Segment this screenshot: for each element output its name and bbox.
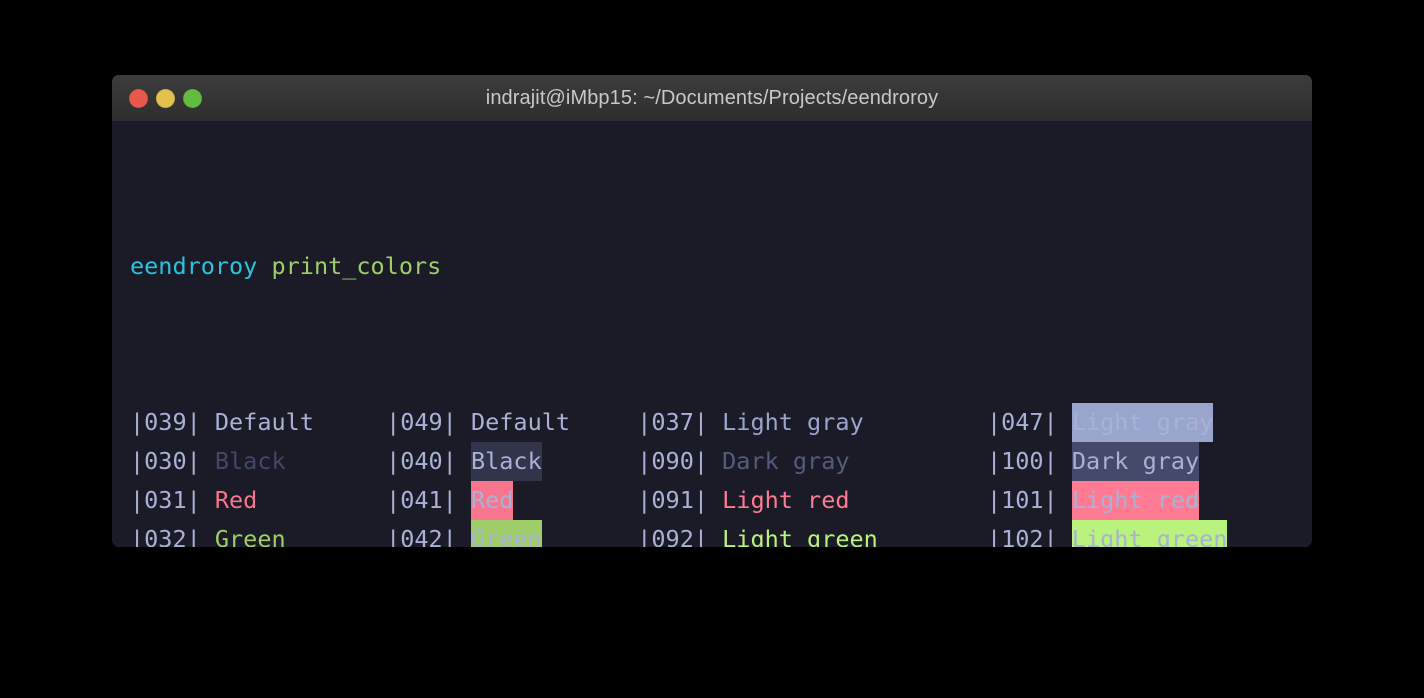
color-code: |037|	[637, 408, 723, 436]
color-cell: |102| Light green	[987, 520, 1312, 547]
color-swatch-label: Default	[214, 408, 314, 436]
color-code: |049|	[386, 408, 471, 436]
color-swatch-label: Red	[470, 481, 514, 520]
minimize-button[interactable]	[156, 88, 175, 108]
color-cell: |100| Dark gray	[987, 442, 1312, 481]
color-table-row: |039| Default |049| Default |037| Light gr…	[130, 403, 1312, 442]
color-code: |041|	[386, 486, 471, 514]
color-cell: |032| Green	[130, 520, 386, 547]
terminal-output[interactable]: eendroroy print_colors |039| Default |049…	[112, 122, 1312, 547]
color-code: |102|	[986, 525, 1072, 547]
color-cell: |039| Default	[130, 403, 386, 442]
color-swatch-label: Green	[470, 520, 542, 547]
color-swatch-label: Red	[214, 486, 258, 514]
color-swatch-label: Light red	[722, 486, 850, 514]
color-swatch-label: Black	[214, 447, 286, 475]
color-swatch-label: Light green	[722, 525, 878, 547]
color-code: |040|	[386, 447, 471, 475]
color-code: |101|	[986, 486, 1072, 514]
color-swatch-label: Light red	[1071, 481, 1200, 520]
color-cell: |047| Light gray	[987, 403, 1312, 442]
color-cell: |030| Black	[130, 442, 386, 481]
color-table-row: |031| Red |041| Red |091| Light red |101| L…	[130, 481, 1312, 520]
color-table-row: |030| Black |040| Black |090| Dark gray |10…	[130, 442, 1312, 481]
close-button[interactable]	[129, 88, 148, 108]
color-table: |039| Default |049| Default |037| Light gr…	[130, 403, 1312, 547]
window-title: indrajit@iMbp15: ~/Documents/Projects/ee…	[485, 86, 939, 109]
color-swatch-label: Light gray	[1071, 403, 1214, 442]
color-code: |031|	[130, 486, 215, 514]
color-cell: |040| Black	[386, 442, 637, 481]
color-cell: |092| Light green	[637, 520, 987, 547]
color-code: |090|	[637, 447, 723, 475]
color-table-row: |032| Green |042| Green |092| Light green |…	[130, 520, 1312, 547]
terminal-window[interactable]: indrajit@iMbp15: ~/Documents/Projects/ee…	[112, 75, 1312, 547]
color-code: |047|	[986, 408, 1072, 436]
color-code: |032|	[130, 525, 215, 547]
color-code: |030|	[130, 447, 215, 475]
color-cell: |090| Dark gray	[637, 442, 987, 481]
maximize-button[interactable]	[183, 88, 202, 108]
color-code: |091|	[637, 486, 723, 514]
command-line: eendroroy print_colors	[130, 247, 1312, 286]
color-code: |100|	[986, 447, 1072, 475]
color-swatch-label: Default	[470, 408, 571, 436]
color-swatch-label: Green	[214, 525, 286, 547]
color-cell: |091| Light red	[637, 481, 987, 520]
color-cell: |049| Default	[386, 403, 637, 442]
color-cell: |042| Green	[386, 520, 637, 547]
color-cell: |037| Light gray	[637, 403, 987, 442]
prompt-user: eendroroy	[130, 252, 258, 280]
color-cell: |031| Red	[130, 481, 386, 520]
traffic-lights	[129, 88, 202, 108]
command-text: print_colors	[271, 252, 442, 280]
title-bar[interactable]: indrajit@iMbp15: ~/Documents/Projects/ee…	[112, 75, 1312, 122]
color-swatch-label: Dark gray	[1071, 442, 1200, 481]
color-cell: |041| Red	[386, 481, 637, 520]
color-code: |039|	[130, 408, 215, 436]
color-cell: |101| Light red	[987, 481, 1312, 520]
color-code: |042|	[386, 525, 471, 547]
color-swatch-label: Light gray	[722, 408, 864, 436]
color-swatch-label: Light green	[1071, 520, 1228, 547]
color-code: |092|	[637, 525, 723, 547]
color-swatch-label: Black	[470, 442, 542, 481]
color-swatch-label: Dark gray	[722, 447, 850, 475]
